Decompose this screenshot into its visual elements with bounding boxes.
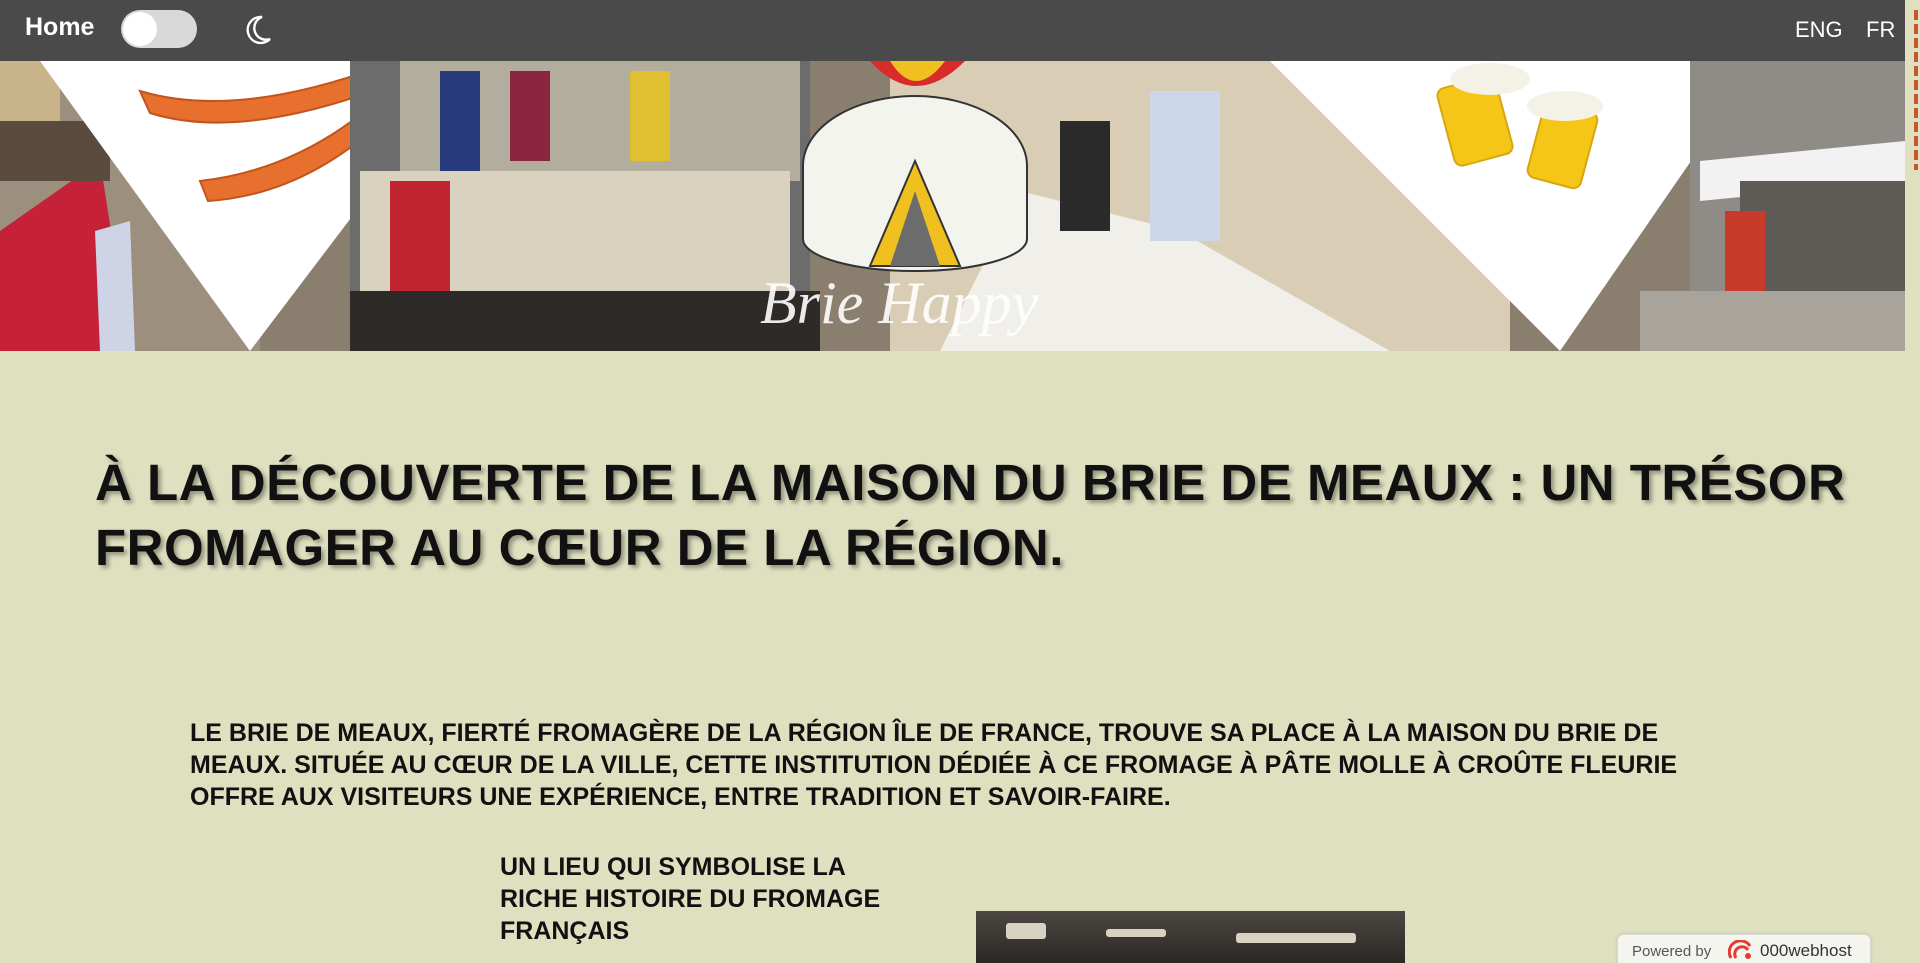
maison-photo xyxy=(976,911,1405,963)
toggle-knob xyxy=(123,12,157,46)
webhost-brand: 000webhost xyxy=(1760,941,1852,960)
banner-collage: Brie Happy xyxy=(0,61,1905,351)
page: Home ENG FR Brie Happy À LA DÉCOUVERTE D… xyxy=(0,0,1920,963)
section-heading: UN LIEU QUI SYMBOLISE LA RICHE HISTOIRE … xyxy=(500,853,881,945)
home-link[interactable]: Home xyxy=(25,13,94,42)
photo-light xyxy=(1006,923,1046,939)
moon-icon[interactable] xyxy=(244,15,272,45)
powered-by-label: Powered by xyxy=(1632,943,1712,960)
intro-paragraph: LE BRIE DE MEAUX, FIERTÉ FROMAGÈRE DE LA… xyxy=(190,719,1678,811)
lang-fr-link[interactable]: FR xyxy=(1866,17,1895,43)
webhost-logo-icon xyxy=(1728,940,1752,959)
dark-mode-toggle[interactable] xyxy=(121,10,197,48)
powered-by-badge[interactable]: Powered by 000webhost xyxy=(1617,934,1871,963)
scrollbar[interactable] xyxy=(1905,0,1920,963)
top-nav: Home ENG FR xyxy=(0,0,1905,61)
brie-happy-text: Brie Happy xyxy=(760,270,1039,336)
lang-eng-link[interactable]: ENG xyxy=(1795,17,1843,43)
photo-light xyxy=(1236,933,1356,943)
banner-image: Brie Happy xyxy=(0,61,1905,351)
page-title: À LA DÉCOUVERTE DE LA MAISON DU BRIE DE … xyxy=(95,454,1846,576)
photo-light xyxy=(1106,929,1166,937)
scrollbar-decoration xyxy=(1914,10,1918,170)
